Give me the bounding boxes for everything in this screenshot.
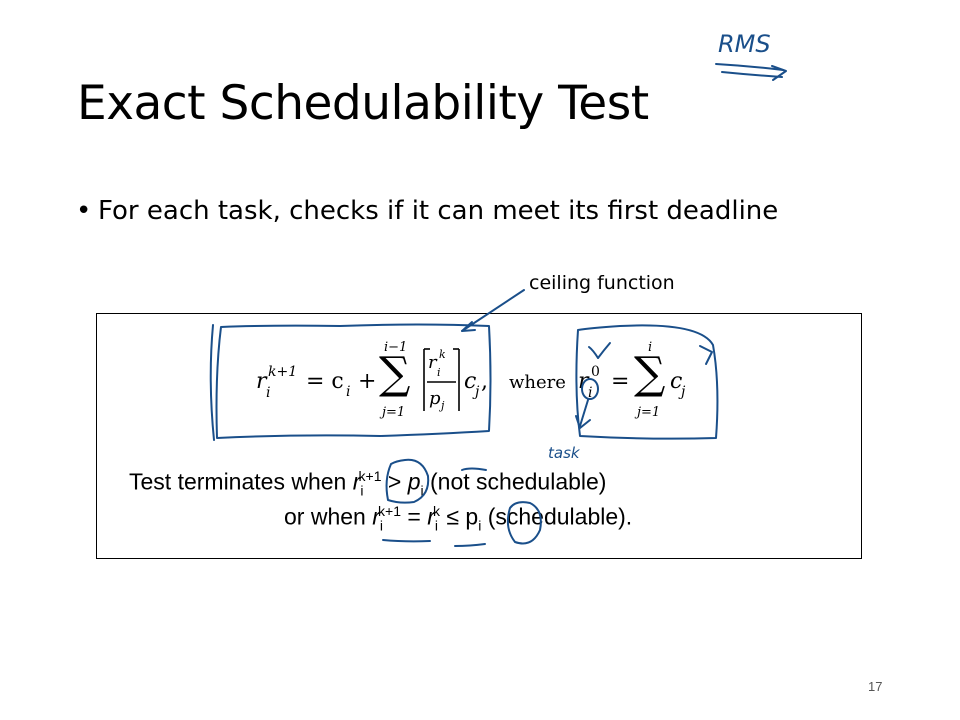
frac-den: p [429, 388, 441, 409]
where-text: where [509, 372, 566, 393]
formula-r-sub: i [266, 385, 271, 401]
rms-arrow-head [771, 65, 787, 81]
formula-eq-c: = c [306, 369, 344, 394]
sum-sign: ∑ [379, 348, 411, 399]
formula-comma: , [481, 369, 488, 394]
formula-c-sub: i [346, 384, 351, 400]
termination-line-2: or when rik+1 = rik ≤ pi (schedulable). [284, 503, 633, 534]
slide: Exact Schedulability Test • For each task… [0, 0, 960, 720]
ceiling-function-label: ceiling function [529, 272, 675, 294]
bullet-item: • For each task, checks if it can meet it… [76, 196, 778, 226]
rms-underline [715, 63, 784, 71]
termination-line-1: Test terminates when rik+1 > pi (not sch… [129, 468, 607, 499]
rms-handwriting: RMS [718, 30, 771, 58]
frac-num-sup: k [439, 348, 446, 361]
r0-sup: 0 [591, 364, 600, 380]
sum2-sign: ∑ [634, 348, 666, 399]
bullet-dot: • [76, 196, 92, 226]
bullet-text: For each task, checks if it can meet its… [98, 196, 779, 226]
page-number: 17 [868, 679, 883, 694]
r0-r: r [578, 369, 589, 394]
slide-title: Exact Schedulability Test [77, 76, 649, 131]
r0-eq: = [611, 369, 630, 394]
formula-r-sup: k+1 [268, 364, 298, 380]
sum-lower: j=1 [382, 405, 406, 420]
formula-r: r [256, 369, 267, 394]
frac-den-sub: j [441, 399, 445, 412]
formula-plus: + [358, 369, 377, 394]
r0-sub: i [588, 385, 593, 401]
frac-num: r [428, 352, 437, 373]
after-frac-c-sub: j [475, 384, 480, 400]
sum2-c-sub: j [681, 384, 686, 400]
sum2-lower: j=1 [637, 405, 661, 420]
frac-num-sub: i [437, 366, 441, 379]
rms-underline-2 [721, 71, 783, 78]
